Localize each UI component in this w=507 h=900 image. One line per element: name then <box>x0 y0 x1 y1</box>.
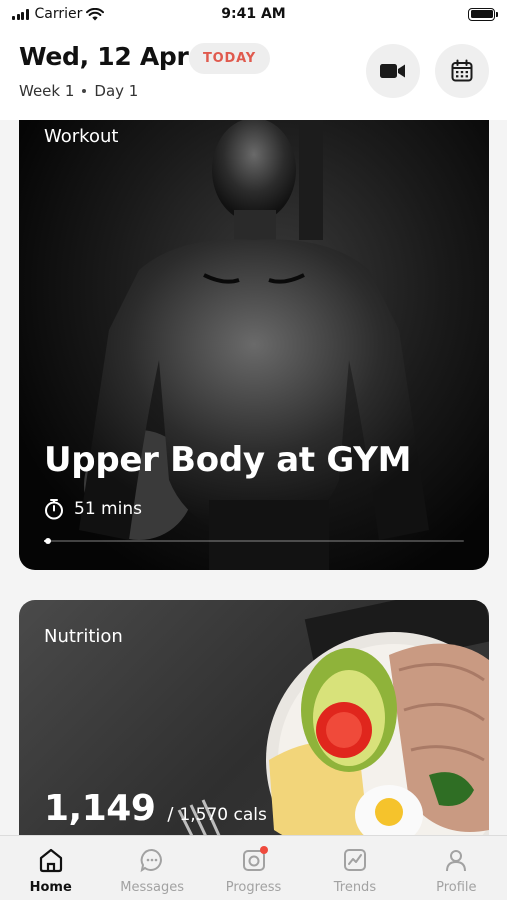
carrier-label: Carrier <box>34 6 83 22</box>
calendar-button[interactable] <box>435 44 489 98</box>
status-bar: Carrier 9:41 AM <box>0 0 507 28</box>
tab-trends-label: Trends <box>333 880 377 895</box>
nutrition-kicker: Nutrition <box>44 626 123 647</box>
wifi-icon <box>86 7 105 20</box>
calorie-summary: 1,149 / 1,570 cals <box>44 788 267 829</box>
tab-home[interactable]: Home <box>0 836 101 900</box>
tab-trends[interactable]: Trends <box>304 836 405 900</box>
workout-kicker: Workout <box>44 126 119 147</box>
calories-target: 1,570 cals <box>179 805 267 825</box>
tab-home-label: Home <box>29 880 72 895</box>
notification-dot <box>259 846 268 854</box>
workout-progress-bar <box>44 538 464 544</box>
calendar-icon <box>451 59 473 82</box>
tab-profile-label: Profile <box>436 880 477 895</box>
signal-icon <box>12 8 29 20</box>
separator-dot <box>82 89 87 93</box>
tab-profile[interactable]: Profile <box>406 836 507 900</box>
status-time: 9:41 AM <box>221 6 286 22</box>
duration-text: 51 mins <box>74 499 142 519</box>
chat-icon <box>138 846 166 874</box>
battery-icon <box>468 7 498 21</box>
today-button[interactable]: TODAY <box>189 43 270 74</box>
page-title-date: Wed, 12 Apr <box>19 42 189 71</box>
trends-chart-icon <box>341 846 369 874</box>
workout-title: Upper Body at GYM <box>44 440 412 480</box>
week-label: Week 1 <box>19 82 75 100</box>
workout-duration: 51 mins <box>44 498 142 520</box>
week-day-indicator: Week 1 Day 1 <box>19 82 138 100</box>
calories-consumed: 1,149 <box>44 788 156 829</box>
stopwatch-icon <box>45 499 63 520</box>
header: Wed, 12 Apr TODAY Week 1 Day 1 <box>0 28 507 120</box>
tab-messages-label: Messages <box>120 880 184 895</box>
tab-progress-label: Progress <box>225 880 282 895</box>
workout-card[interactable]: Workout Upper Body at GYM 51 mins <box>19 100 489 570</box>
video-camera-icon <box>380 64 405 78</box>
video-button[interactable] <box>366 44 420 98</box>
day-label: Day 1 <box>94 82 139 100</box>
status-left: Carrier <box>12 6 105 22</box>
bottom-tab-bar: Home Messages Progress Trends Profile <box>0 835 507 900</box>
calorie-separator: / <box>167 804 174 825</box>
home-icon <box>37 846 65 874</box>
tab-progress[interactable]: Progress <box>203 836 304 900</box>
person-icon <box>442 846 470 874</box>
tab-messages[interactable]: Messages <box>101 836 202 900</box>
camera-progress-icon <box>240 846 268 874</box>
workout-progress-fill <box>44 538 52 544</box>
